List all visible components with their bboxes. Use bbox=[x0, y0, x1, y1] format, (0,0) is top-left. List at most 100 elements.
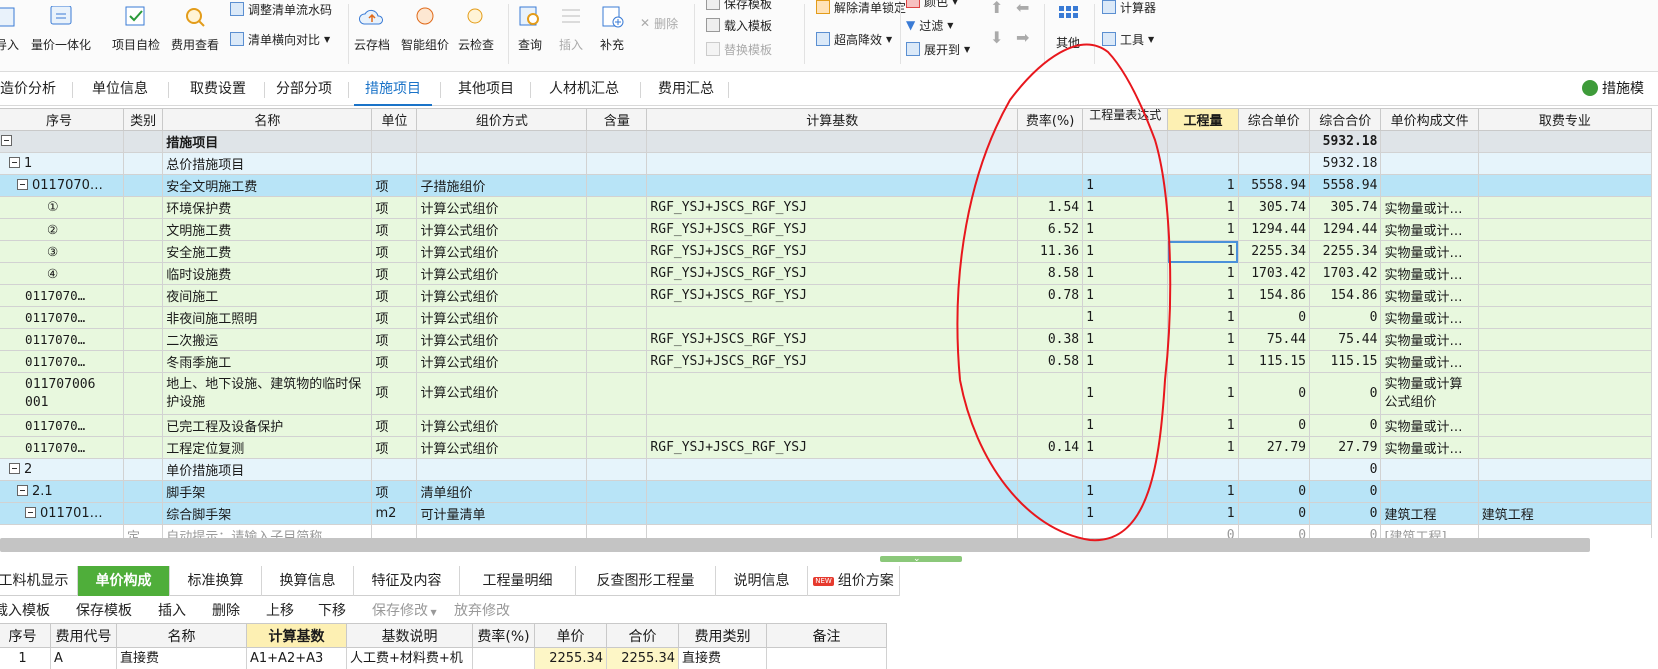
cell-expr[interactable]: 1 bbox=[1082, 480, 1169, 503]
cell-content[interactable] bbox=[586, 262, 648, 285]
grid-row[interactable]: 0117070… 二次搬运项计算公式组价 RGF_YSJ+JSCS_RGF_YSJ 0… bbox=[0, 328, 1653, 351]
tab-labor-material-summary[interactable]: 人材机汇总 bbox=[536, 72, 632, 106]
col-method[interactable]: 组价方式 bbox=[416, 108, 588, 131]
cell-expr[interactable]: 1 bbox=[1082, 174, 1169, 197]
delete-button[interactable]: ✕ 删除 bbox=[640, 14, 678, 32]
grid-row[interactable]: 0117070… 非夜间施工照明项计算公式组价 1 1 0 0 实物量或计… bbox=[0, 306, 1653, 329]
grid-row[interactable]: 0117070… 工程定位复测项计算公式组价 RGF_YSJ+JSCS_RGF_YS… bbox=[0, 436, 1653, 459]
save-template-action[interactable]: 保存模板 bbox=[76, 600, 132, 620]
cell-content[interactable] bbox=[586, 372, 648, 415]
cell-expr[interactable]: 1 bbox=[1082, 328, 1169, 351]
col-name[interactable]: 名称 bbox=[162, 108, 373, 131]
tab-cost-analysis[interactable]: 造价分析 bbox=[0, 72, 60, 106]
cell-name[interactable]: 已完工程及设备保护 bbox=[162, 414, 373, 437]
cell-name[interactable]: 非夜间施工照明 bbox=[162, 306, 373, 329]
col-spec[interactable]: 取费专业 bbox=[1477, 108, 1653, 131]
cell-unit[interactable]: 项 bbox=[371, 328, 418, 351]
cell-total[interactable]: 0 bbox=[1309, 458, 1382, 481]
cell-spec[interactable] bbox=[1477, 196, 1653, 219]
cell-unit-price[interactable]: 115.15 bbox=[1237, 350, 1311, 373]
cell-file[interactable]: 实物量或计… bbox=[1380, 196, 1479, 219]
sub-cell-total[interactable]: 2255.34 bbox=[606, 647, 679, 669]
sub-col-code[interactable]: 费用代号 bbox=[50, 623, 117, 648]
cell-base[interactable]: RGF_YSJ+JSCS_RGF_YSJ bbox=[646, 262, 1019, 285]
col-seq[interactable]: 序号 bbox=[0, 108, 124, 131]
grid-row[interactable]: 0117070… 已完工程及设备保护项计算公式组价 1 1 0 0 实物量或计… bbox=[0, 414, 1653, 437]
cell-file[interactable]: 实物量或计… bbox=[1380, 436, 1479, 459]
cell-content[interactable] bbox=[586, 414, 648, 437]
cell-content[interactable] bbox=[586, 502, 648, 525]
cell-base[interactable] bbox=[646, 152, 1019, 175]
load-template-button[interactable]: 载入模板 bbox=[706, 16, 772, 34]
cell-seq[interactable]: 0117070… bbox=[0, 174, 124, 197]
cell-unit[interactable]: 项 bbox=[371, 480, 418, 503]
sub-cell-rate[interactable] bbox=[472, 647, 535, 669]
sub-col-rate[interactable]: 费率(%) bbox=[472, 623, 535, 648]
cell-unit-price[interactable] bbox=[1237, 458, 1311, 481]
cell-total[interactable]: 0 bbox=[1309, 372, 1382, 415]
cell-unit-price[interactable]: 1703.42 bbox=[1237, 262, 1311, 285]
cell-total[interactable]: 1703.42 bbox=[1309, 262, 1382, 285]
save-changes-action[interactable]: 保存修改 ▼ bbox=[372, 600, 437, 620]
cell-total[interactable]: 0 bbox=[1309, 414, 1382, 437]
cell-expr[interactable]: 1 bbox=[1082, 414, 1169, 437]
grid-row[interactable]: ① 环境保护费项计算公式组价 RGF_YSJ+JSCS_RGF_YSJ 1.54 1 1 3… bbox=[0, 196, 1653, 219]
cell-total[interactable]: 0 bbox=[1309, 502, 1382, 525]
cell-expr[interactable]: 1 bbox=[1082, 196, 1169, 219]
cell-unit-price[interactable]: 0 bbox=[1237, 502, 1311, 525]
cell-spec[interactable] bbox=[1477, 218, 1653, 241]
cell-expr[interactable]: 1 bbox=[1082, 372, 1169, 415]
move-left-arrow-button[interactable]: ⬅ bbox=[1016, 0, 1029, 17]
cell-seq[interactable]: 2.1 bbox=[0, 480, 124, 503]
cell-unit[interactable]: 项 bbox=[371, 372, 418, 415]
grid-row[interactable]: 2 单价措施项目 0 bbox=[0, 458, 1653, 481]
cell-type[interactable]: 定 bbox=[122, 524, 164, 538]
cell-name[interactable]: 夜间施工 bbox=[162, 284, 373, 307]
btab-pricing-plan[interactable]: NEW 组价方案 bbox=[808, 566, 900, 596]
cell-file[interactable]: [建筑工程] bbox=[1380, 524, 1479, 538]
cell-method[interactable]: 计算公式组价 bbox=[416, 436, 588, 459]
tab-unit-info[interactable]: 单位信息 bbox=[80, 72, 160, 106]
cell-qty[interactable]: 1 bbox=[1167, 306, 1239, 329]
grid-row[interactable]: 措施项目 5932.18 bbox=[0, 130, 1653, 153]
cell-expr[interactable]: 1 bbox=[1082, 218, 1169, 241]
cell-expr[interactable]: 1 bbox=[1082, 262, 1169, 285]
cell-total[interactable]: 27.79 bbox=[1309, 436, 1382, 459]
tab-fee-summary[interactable]: 费用汇总 bbox=[648, 72, 724, 106]
grid-row[interactable]: 0117070… 冬雨季施工项计算公式组价 RGF_YSJ+JSCS_RGF_YSJ… bbox=[0, 350, 1653, 373]
cell-type[interactable] bbox=[122, 328, 164, 351]
cell-seq[interactable]: 011707006 001 bbox=[0, 372, 124, 415]
cell-file[interactable]: 实物量或计… bbox=[1380, 262, 1479, 285]
cell-rate[interactable] bbox=[1017, 524, 1084, 538]
cell-rate[interactable] bbox=[1017, 130, 1084, 153]
cell-name[interactable]: 综合脚手架 bbox=[162, 502, 373, 525]
cell-file[interactable]: 实物量或计… bbox=[1380, 240, 1479, 263]
cell-total[interactable]: 0 bbox=[1309, 306, 1382, 329]
cell-unit-price[interactable]: 305.74 bbox=[1237, 196, 1311, 219]
cell-method[interactable]: 计算公式组价 bbox=[416, 218, 588, 241]
sub-col-name[interactable]: 名称 bbox=[116, 623, 247, 648]
cell-file[interactable] bbox=[1380, 130, 1479, 153]
grid-row[interactable]: 011707006 001 地上、地下设施、建筑物的临时保护设施项计算公式组价 1 1… bbox=[0, 372, 1653, 415]
cell-unit[interactable]: m2 bbox=[371, 502, 418, 525]
cell-seq[interactable]: 0117070… bbox=[0, 306, 124, 329]
cell-seq[interactable]: 0117070… bbox=[0, 436, 124, 459]
cell-seq[interactable]: ① bbox=[0, 196, 124, 219]
cell-spec[interactable] bbox=[1477, 240, 1653, 263]
grid-row[interactable]: 011701… 综合脚手架 m2 可计量清单 1 1 0 0 建筑工程 建筑工程 bbox=[0, 502, 1653, 525]
cell-type[interactable] bbox=[122, 502, 164, 525]
cell-qty[interactable]: 0 bbox=[1167, 524, 1239, 538]
cell-method[interactable]: 计算公式组价 bbox=[416, 284, 588, 307]
cell-expr[interactable]: 1 bbox=[1082, 240, 1169, 263]
move-down-arrow-button[interactable]: ⬇ bbox=[990, 28, 1003, 47]
btab-unit-price-composition[interactable]: 单价构成 bbox=[78, 566, 170, 596]
col-total[interactable]: 综合合价 bbox=[1309, 108, 1382, 131]
cell-type[interactable] bbox=[122, 414, 164, 437]
cell-content[interactable] bbox=[586, 458, 648, 481]
other-button[interactable]: 其他 bbox=[1050, 4, 1086, 51]
cell-type[interactable] bbox=[122, 174, 164, 197]
cell-total[interactable]: 5932.18 bbox=[1309, 152, 1382, 175]
cell-base[interactable] bbox=[646, 306, 1019, 329]
cell-seq[interactable] bbox=[0, 524, 124, 538]
sub-col-desc[interactable]: 基数说明 bbox=[346, 623, 473, 648]
